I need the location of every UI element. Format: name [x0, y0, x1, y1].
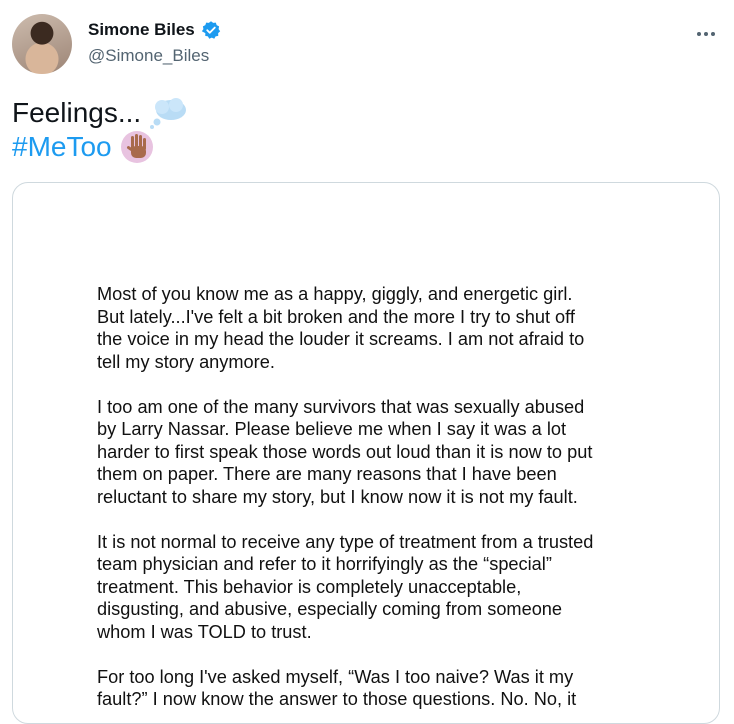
- tweet-line-2: #MeToo: [12, 130, 187, 164]
- document-paragraph-2: I too am one of the many survivors that …: [97, 396, 593, 507]
- more-options-icon[interactable]: [696, 20, 716, 43]
- author-name-row: Simone Biles: [88, 20, 221, 40]
- document-paragraph-3: It is not normal to receive any type of …: [97, 531, 594, 642]
- verified-badge-icon: [201, 20, 221, 40]
- profile-avatar[interactable]: [12, 14, 72, 74]
- thought-balloon-emoji: [149, 98, 187, 129]
- author-display-name[interactable]: Simone Biles: [88, 20, 195, 40]
- tweet-text: Feelings... #MeToo: [12, 96, 187, 164]
- document-paragraph-1: Most of you know me as a happy, giggly, …: [97, 284, 585, 372]
- author-handle[interactable]: @Simone_Biles: [88, 46, 209, 66]
- document-paragraph-4: For too long I've asked myself, “Was I t…: [97, 666, 577, 710]
- tweet-line-1: Feelings...: [12, 96, 187, 130]
- tweet-feelings-text: Feelings...: [12, 97, 142, 128]
- statement-document: Most of you know me as a happy, giggly, …: [97, 283, 657, 723]
- attached-image[interactable]: Most of you know me as a happy, giggly, …: [12, 182, 720, 724]
- raised-hand-emoji: [120, 130, 154, 164]
- metoo-hashtag-link[interactable]: #MeToo: [12, 130, 112, 164]
